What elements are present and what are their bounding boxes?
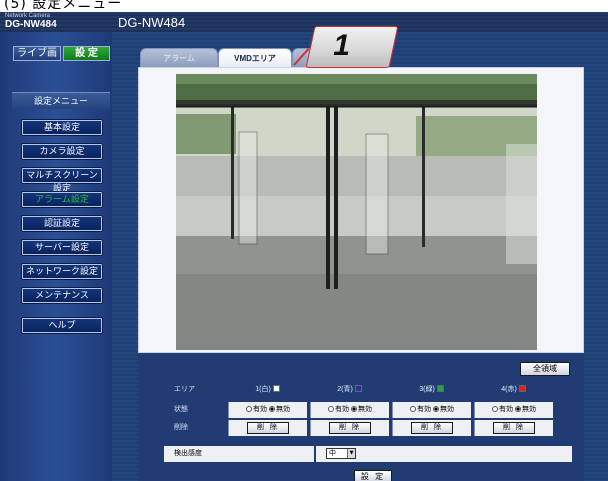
menu-auth-settings[interactable]: 認証設定 [22, 216, 102, 231]
status-row: 状態 有効 無効 有効 無効 有効 無効 有効 無効 [138, 402, 584, 418]
area-4-status[interactable]: 有効 無効 [474, 402, 553, 418]
area-3-header: 3(緑) [392, 382, 471, 398]
area-4-swatch [518, 385, 526, 392]
area-4-disable-radio[interactable] [514, 406, 521, 412]
vmd-settings-table: 全領域 エリア 1(白) 2(青) 3(緑) 4(赤) 状態 有効 無効 有効 … [138, 356, 584, 481]
set-button[interactable]: 設 定 [354, 470, 392, 481]
area-1-delete-button[interactable]: 削 除 [247, 422, 289, 434]
area-1-header: 1(白) [228, 382, 307, 398]
status-row-label: 状態 [174, 406, 188, 413]
area-4-enable-radio[interactable] [492, 406, 499, 412]
setup-menu-title: 設定メニュー [12, 92, 110, 109]
delete-row: 削除 削 除 削 除 削 除 削 除 [138, 420, 584, 436]
area-3-delete-button[interactable]: 削 除 [411, 422, 453, 434]
area-2-enable-radio[interactable] [328, 406, 335, 412]
area-row: エリア 1(白) 2(青) 3(緑) 4(赤) [138, 382, 584, 398]
page-heading: (5) 設定メニュー [0, 0, 608, 12]
area-2-status[interactable]: 有効 無効 [310, 402, 389, 418]
menu-network-settings[interactable]: ネットワーク設定 [22, 264, 102, 279]
tab-vmd-area[interactable]: VMDエリア [218, 48, 292, 67]
area-3-enable-radio[interactable] [410, 406, 417, 412]
area-2-swatch [354, 385, 362, 392]
area-2-delete-button[interactable]: 削 除 [329, 422, 371, 434]
area-4-header: 4(赤) [474, 382, 553, 398]
menu-alarm-settings[interactable]: アラーム設定 [22, 192, 102, 207]
area-2-disable-radio[interactable] [350, 406, 357, 412]
area-2-header: 2(青) [310, 382, 389, 398]
menu-multiscreen-settings[interactable]: マルチスクリーン設定 [22, 168, 102, 193]
delete-row-label: 削除 [174, 424, 188, 431]
menu-server-settings[interactable]: サーバー設定 [22, 240, 102, 255]
live-view-button[interactable]: ライブ画 [13, 46, 61, 61]
top-bar: Network Camera DG-NW484 DG-NW484 [0, 12, 608, 32]
area-2-delete-cell: 削 除 [310, 420, 389, 436]
brand-model: DG-NW484 [5, 19, 57, 30]
area-1-enable-radio[interactable] [246, 406, 253, 412]
area-4-delete-cell: 削 除 [474, 420, 553, 436]
menu-help[interactable]: ヘルプ [22, 318, 102, 333]
menu-basic-settings[interactable]: 基本設定 [22, 120, 102, 135]
camera-image[interactable] [176, 74, 537, 350]
main-area: アラーム VMDエリア 通知 [112, 26, 608, 481]
device-title: DG-NW484 [118, 15, 186, 30]
area-3-delete-cell: 削 除 [392, 420, 471, 436]
step-number: 1 [333, 29, 350, 62]
tab-alarm[interactable]: アラーム [140, 48, 218, 67]
area-1-disable-radio[interactable] [268, 406, 275, 412]
sensitivity-select[interactable]: 中 ▼ [326, 448, 356, 459]
step-callout: 1 [305, 26, 399, 68]
area-4-delete-button[interactable]: 削 除 [493, 422, 535, 434]
area-1-delete-cell: 削 除 [228, 420, 307, 436]
camera-scene [176, 74, 537, 350]
sidebar: ライブ画 設 定 設定メニュー 基本設定 カメラ設定 マルチスクリーン設定 アラ… [0, 32, 112, 481]
area-1-swatch [272, 385, 280, 392]
area-1-status[interactable]: 有効 無効 [228, 402, 307, 418]
full-area-button[interactable]: 全領域 [520, 362, 570, 376]
area-3-swatch [436, 385, 444, 392]
setup-button[interactable]: 設 定 [63, 46, 110, 61]
area-row-label: エリア [174, 386, 195, 393]
area-3-status[interactable]: 有効 無効 [392, 402, 471, 418]
chevron-down-icon[interactable]: ▼ [347, 449, 355, 458]
menu-maintenance[interactable]: メンテナンス [22, 288, 102, 303]
menu-camera-settings[interactable]: カメラ設定 [22, 144, 102, 159]
area-3-disable-radio[interactable] [432, 406, 439, 412]
sensitivity-label: 検出感度 [174, 450, 202, 457]
vmd-panel [138, 67, 584, 353]
